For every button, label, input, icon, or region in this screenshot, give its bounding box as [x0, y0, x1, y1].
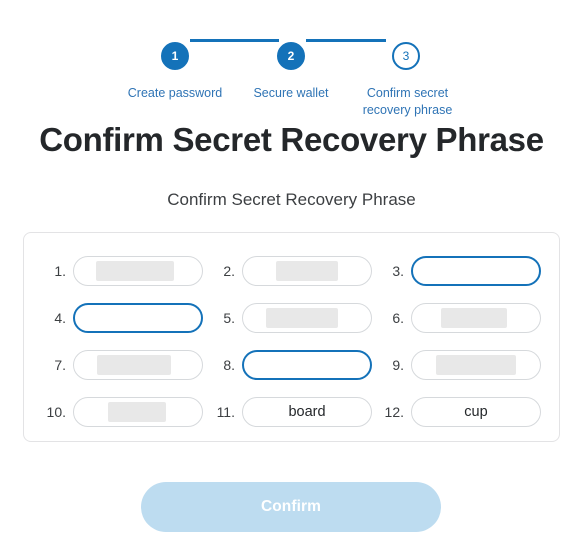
seed-word-index: 12.: [384, 403, 404, 420]
page-title: Confirm Secret Recovery Phrase: [39, 121, 544, 158]
redacted-word-block: [441, 307, 507, 328]
seed-word-cell: 8.: [211, 349, 372, 380]
seed-word-index: 11.: [216, 403, 235, 420]
seed-word-cell: 12. cup: [380, 396, 541, 427]
stepper-circle-3[interactable]: 3: [392, 42, 420, 70]
seed-phrase-card: 1. 2. 3. 4. 5. 6. 7. 8. 9. 10. 11. board 12. cup: [23, 232, 560, 442]
stepper-label-confirm-secret-recovery-phrase: Confirm secret recovery phrase: [362, 86, 453, 117]
redacted-word-block: [436, 354, 516, 375]
seed-word-index: 7.: [54, 356, 66, 373]
seed-word-cell: 5.: [211, 302, 372, 333]
seed-word-index: 6.: [392, 309, 404, 326]
redacted-word-block: [96, 260, 174, 281]
stepper-connector-1-2: [190, 39, 279, 42]
confirm-button[interactable]: Confirm: [141, 482, 441, 532]
seed-word-input[interactable]: cup: [411, 396, 541, 427]
seed-word-index: 1.: [54, 262, 66, 279]
seed-word-index: 4.: [54, 309, 66, 326]
seed-word-cell: 11. board: [211, 396, 372, 427]
seed-word-cell: 1.: [42, 255, 203, 286]
seed-word-input[interactable]: board: [242, 396, 372, 427]
stepper-circle-1[interactable]: 1: [161, 42, 189, 70]
seed-word-input[interactable]: [242, 349, 372, 380]
redacted-word-block: [266, 307, 338, 328]
seed-word-index: 10.: [46, 403, 66, 420]
seed-word-index: 5.: [223, 309, 235, 326]
seed-word-input[interactable]: [73, 302, 203, 333]
seed-word-input[interactable]: [411, 255, 541, 286]
seed-word-input[interactable]: [242, 255, 372, 286]
seed-word-input[interactable]: [411, 349, 541, 380]
stepper-track: 1 2 3: [0, 18, 583, 70]
stepper-connector-2-3: [306, 39, 386, 42]
seed-word-value: board: [288, 403, 326, 420]
seed-word-cell: 3.: [380, 255, 541, 286]
seed-word-input[interactable]: [73, 255, 203, 286]
page-subtitle: Confirm Secret Recovery Phrase: [167, 190, 416, 209]
seed-word-cell: 6.: [380, 302, 541, 333]
redacted-word-block: [276, 260, 338, 281]
seed-word-value: cup: [464, 403, 488, 420]
redacted-word-block: [97, 354, 171, 375]
seed-word-cell: 4.: [42, 302, 203, 333]
seed-word-cell: 9.: [380, 349, 541, 380]
seed-word-input[interactable]: [73, 396, 203, 427]
seed-phrase-grid: 1. 2. 3. 4. 5. 6. 7. 8. 9. 10. 11. board 12. cup: [42, 247, 541, 435]
seed-word-index: 9.: [392, 356, 404, 373]
seed-word-input[interactable]: [411, 302, 541, 333]
seed-word-cell: 10.: [42, 396, 203, 427]
seed-word-index: 3.: [392, 262, 404, 279]
onboarding-stepper: 1 2 3 Create password Secure wallet Conf…: [0, 18, 583, 117]
seed-word-index: 8.: [223, 356, 235, 373]
stepper-circle-2[interactable]: 2: [277, 42, 305, 70]
onboarding-confirm-seed-page: 1 2 3 Create password Secure wallet Conf…: [0, 0, 583, 549]
seed-word-cell: 7.: [42, 349, 203, 380]
seed-word-input[interactable]: [73, 349, 203, 380]
redacted-word-block: [108, 401, 166, 422]
seed-word-cell: 2.: [211, 255, 372, 286]
seed-word-index: 2.: [223, 262, 235, 279]
seed-word-input[interactable]: [242, 302, 372, 333]
